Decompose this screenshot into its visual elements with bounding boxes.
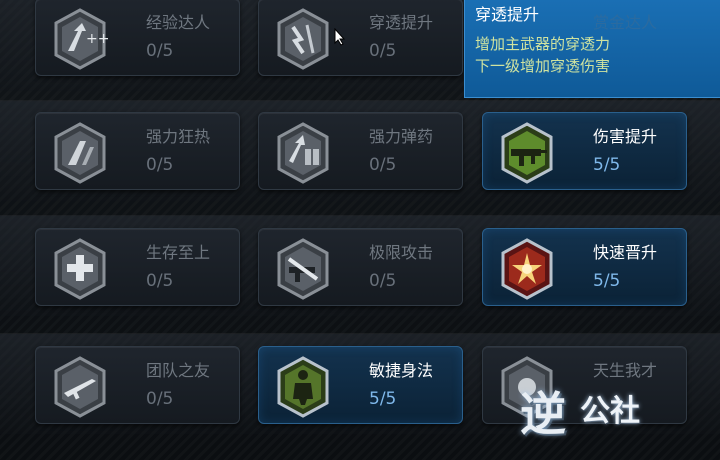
skill-card-agility[interactable]: 敏捷身法 5/5: [258, 346, 463, 424]
gun-damage-icon: [495, 121, 559, 185]
watermark-logo-glyph: 逆: [520, 387, 566, 441]
skill-level: 0/5: [146, 271, 174, 291]
skill-name: 生存至上: [146, 243, 211, 262]
watermark-text: 公社: [580, 394, 640, 429]
skill-level: 0/5: [369, 41, 397, 61]
skill-name: 团队之友: [146, 361, 211, 380]
skill-level: 0/5: [146, 155, 174, 175]
skill-card-fast-promotion[interactable]: 快速晋升 5/5: [482, 228, 687, 306]
skill-tooltip: 穿透提升 增加主武器的穿透力 下一级增加穿透伤害: [464, 0, 720, 98]
skill-name: 穿透提升: [369, 13, 434, 32]
skill-card-experience[interactable]: ++ 经验达人 0/5: [35, 0, 240, 76]
tooltip-line: 增加主武器的穿透力: [475, 35, 611, 53]
power-ammo-icon: [271, 121, 335, 185]
soldier-icon: [271, 355, 335, 419]
power-frenzy-icon: [48, 121, 112, 185]
skill-level: 0/5: [369, 155, 397, 175]
skill-name: 经验达人: [146, 13, 211, 32]
skill-name: 强力弹药: [369, 127, 434, 146]
skill-level: 0/5: [146, 41, 174, 61]
star-burst-icon: [495, 237, 559, 301]
skill-level: 0/5: [146, 389, 174, 409]
obscured-skill-name: 赏金达人: [593, 13, 658, 32]
skill-name: 快速晋升: [593, 243, 658, 262]
skill-name: 极限攻击: [369, 243, 434, 262]
skill-level: 5/5: [593, 271, 621, 291]
skill-name: 敏捷身法: [369, 361, 434, 380]
skill-level: 0/5: [369, 271, 397, 291]
skill-name: 伤害提升: [593, 127, 658, 146]
medical-cross-icon: [48, 237, 112, 301]
skill-card-damage-boost[interactable]: 伤害提升 5/5: [482, 112, 687, 190]
rifle-icon: [48, 355, 112, 419]
skill-level: 5/5: [593, 155, 621, 175]
skill-card-power-ammo[interactable]: 强力弹药 0/5: [258, 112, 463, 190]
tooltip-line: 下一级增加穿透伤害: [475, 57, 611, 75]
pierce-icon: [271, 7, 335, 71]
skill-card-power-frenzy[interactable]: 强力狂热 0/5: [35, 112, 240, 190]
mouse-cursor-icon: [334, 27, 346, 50]
plus-arrow-icon: ++: [48, 7, 112, 71]
extreme-attack-icon: [271, 237, 335, 301]
skill-card-team-friend[interactable]: 团队之友 0/5: [35, 346, 240, 424]
skill-card-survival[interactable]: 生存至上 0/5: [35, 228, 240, 306]
skill-name: 强力狂热: [146, 127, 211, 146]
skill-level: 5/5: [369, 389, 397, 409]
skill-card-pierce[interactable]: 穿透提升 0/5: [258, 0, 463, 76]
skill-card-extreme-attack[interactable]: 极限攻击 0/5: [258, 228, 463, 306]
watermark-logo: 逆 公社: [520, 378, 720, 460]
svg-text:++: ++: [86, 31, 109, 47]
